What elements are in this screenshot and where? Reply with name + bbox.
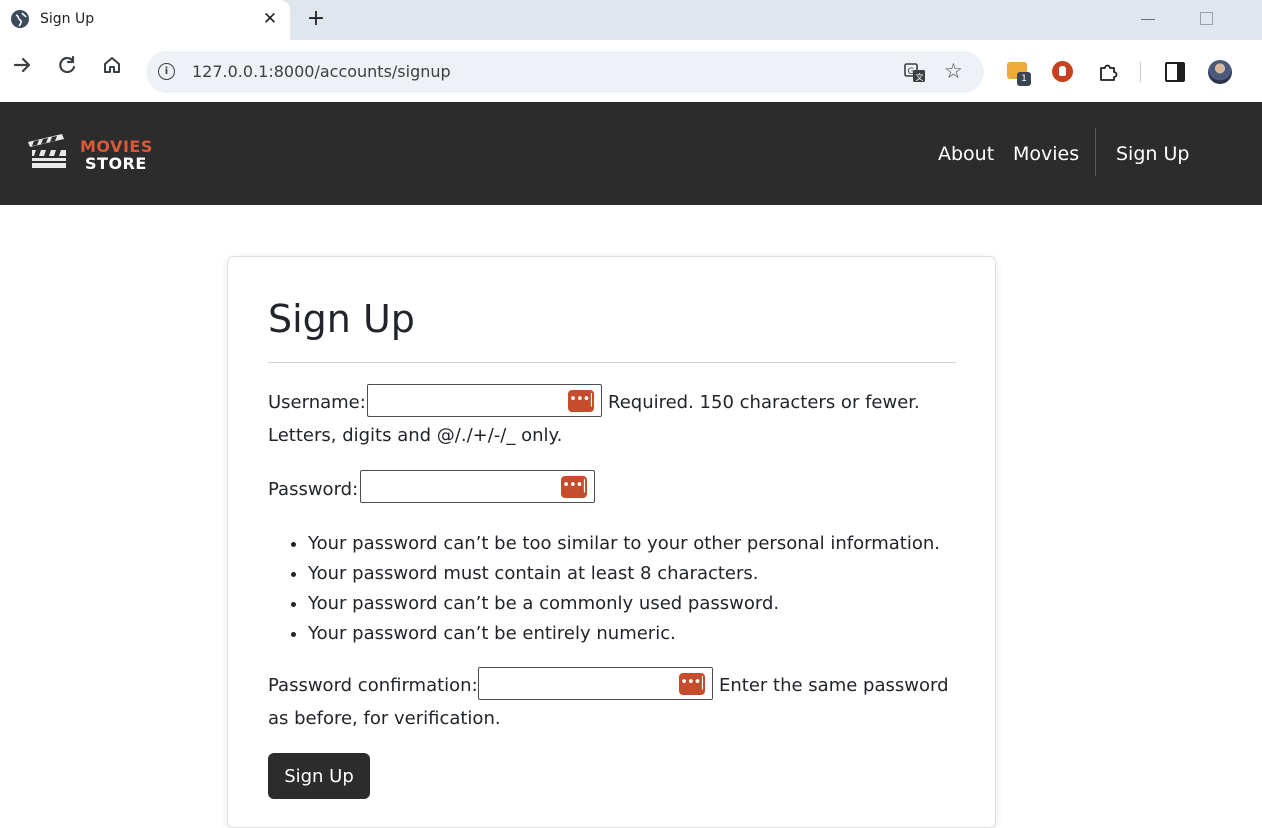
clapperboard-logo-icon[interactable]	[26, 130, 70, 172]
bookmark-star-icon[interactable]: ☆	[944, 59, 963, 83]
title-divider	[268, 362, 956, 363]
url-text[interactable]: 127.0.0.1:8000/accounts/signup	[192, 62, 451, 81]
nav-link-movies[interactable]: Movies	[1013, 143, 1079, 165]
list-item: Your password must contain at least 8 ch…	[308, 559, 940, 589]
address-bar[interactable]: i 127.0.0.1:8000/accounts/signup G文 ☆	[146, 51, 984, 93]
extension-badge: 1	[1017, 72, 1031, 86]
username-help-text-2: Letters, digits and @/./+/-/_ only.	[268, 425, 563, 446]
ublock-icon[interactable]	[1052, 61, 1073, 82]
tab-title: Sign Up	[40, 11, 95, 27]
username-label: Username:	[268, 392, 366, 413]
password-manager-icon[interactable]: •••|	[561, 476, 587, 498]
puzzle-icon[interactable]	[1097, 61, 1118, 82]
site-navbar: MOVIES STORE About Movies Sign Up	[0, 102, 1262, 205]
globe-icon	[11, 10, 29, 28]
username-help-text: Required. 150 characters or fewer.	[608, 392, 920, 413]
browser-tab[interactable]: Sign Up ✕	[0, 0, 290, 40]
password-manager-icon[interactable]: •••|	[568, 390, 594, 412]
username-input[interactable]	[370, 387, 564, 416]
signup-card: Sign Up Username: •••| Required. 150 cha…	[227, 256, 996, 828]
confirmation-help-text-2: as before, for verification.	[268, 708, 501, 729]
nav-divider	[1095, 128, 1096, 176]
info-icon[interactable]: i	[158, 63, 175, 80]
list-item: Your password can’t be entirely numeric.	[308, 619, 940, 649]
password-label: Password:	[268, 479, 359, 500]
profile-avatar[interactable]	[1208, 60, 1232, 84]
minimize-icon[interactable]	[1141, 19, 1155, 20]
password-confirmation-label: Password confirmation:	[268, 675, 478, 696]
confirmation-help-text: Enter the same password	[719, 675, 949, 696]
username-field[interactable]: •••|	[367, 384, 602, 417]
close-tab-icon[interactable]: ✕	[260, 8, 280, 30]
list-item: Your password can’t be too similar to yo…	[308, 529, 940, 559]
signup-submit-button[interactable]: Sign Up	[268, 753, 370, 799]
back-icon[interactable]	[7, 50, 37, 80]
toolbar-separator	[1140, 62, 1141, 82]
new-tab-button[interactable]: +	[303, 6, 329, 32]
browser-tabstrip: Sign Up ✕ +	[0, 0, 1262, 40]
password-input[interactable]	[363, 473, 557, 502]
password-confirmation-field[interactable]: •••|	[478, 667, 713, 700]
translate-icon[interactable]: G文	[904, 62, 925, 82]
nav-link-signup[interactable]: Sign Up	[1116, 143, 1189, 165]
logo-text-store[interactable]: STORE	[85, 154, 147, 173]
page-title: Sign Up	[268, 297, 415, 341]
svg-text:文: 文	[916, 72, 924, 82]
password-manager-icon[interactable]: •••|	[679, 673, 705, 695]
password-confirmation-input[interactable]	[481, 670, 675, 699]
nav-link-about[interactable]: About	[938, 143, 994, 165]
home-icon[interactable]	[97, 50, 127, 80]
password-field[interactable]: •••|	[360, 470, 595, 503]
list-item: Your password can’t be a commonly used p…	[308, 589, 940, 619]
maximize-icon[interactable]	[1200, 12, 1213, 25]
password-rules-list: Your password can’t be too similar to yo…	[268, 529, 940, 649]
side-panel-icon[interactable]	[1165, 62, 1185, 82]
reload-icon[interactable]	[52, 50, 82, 80]
